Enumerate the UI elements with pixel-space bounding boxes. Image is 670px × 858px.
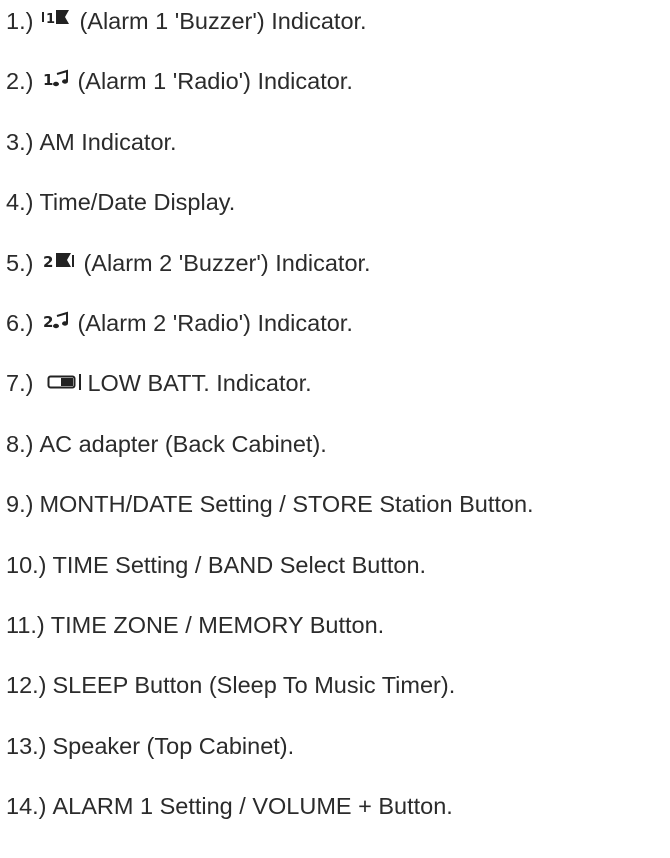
item-text: Speaker (Top Cabinet).: [52, 732, 295, 759]
item-text: ALARM 1 Setting / VOLUME + Button.: [52, 793, 453, 820]
item-text: TIME ZONE / MEMORY Button.: [50, 611, 385, 638]
item-number: 6.): [6, 309, 34, 336]
list-item: 3.) AM Indicator.: [6, 127, 666, 187]
list-item: 11.) TIME ZONE / MEMORY Button.: [6, 610, 666, 670]
list-item: 14.) ALARM 1 Setting / VOLUME + Button.: [6, 791, 666, 851]
item-number: 7.): [6, 370, 34, 397]
alarm-1-radio-icon: 1: [41, 66, 71, 94]
item-text: (Alarm 1 'Buzzer') Indicator.: [79, 8, 367, 34]
list-item: 13.) Speaker (Top Cabinet).: [6, 731, 666, 791]
item-number: 10.): [6, 551, 47, 578]
item-number: 1.): [6, 8, 34, 34]
item-text: AC adapter (Back Cabinet).: [39, 430, 327, 457]
item-text: Time/Date Display.: [39, 189, 236, 216]
item-text: (Alarm 2 'Radio') Indicator.: [77, 309, 353, 336]
svg-text:2: 2: [43, 313, 53, 331]
item-text: SLEEP Button (Sleep To Music Timer).: [52, 672, 456, 699]
item-text: LOW BATT. Indicator.: [87, 370, 312, 397]
item-text: TIME Setting / BAND Select Button.: [52, 551, 427, 578]
svg-text:1: 1: [43, 71, 53, 89]
item-text: (Alarm 2 'Buzzer') Indicator.: [83, 249, 371, 276]
list-item: 8.) AC adapter (Back Cabinet).: [6, 429, 666, 489]
indicator-list: 1.) 1 (Alarm 1 'Buzzer') Indicator. 2.) …: [6, 6, 666, 851]
list-item: 2.) 1 (Alarm 1 'Radio') Indicator.: [6, 66, 666, 126]
list-item: 7.) LOW BATT. Indicator.: [6, 368, 666, 428]
list-item: 6.) 2 (Alarm 2 'Radio') Indicator.: [6, 308, 666, 368]
alarm-2-buzzer-icon: 2: [41, 248, 77, 276]
list-item: 9.) MONTH/DATE Setting / STORE Station B…: [6, 489, 666, 549]
battery-icon: [47, 368, 85, 396]
list-item: 5.) 2 (Alarm 2 'Buzzer') Indicator.: [6, 248, 666, 308]
item-number: 5.): [6, 249, 34, 276]
item-number: 8.): [6, 430, 34, 457]
item-number: 3.): [6, 128, 34, 155]
item-text: AM Indicator.: [39, 128, 177, 155]
item-number: 13.): [6, 732, 47, 759]
item-text: (Alarm 1 'Radio') Indicator.: [77, 68, 353, 95]
list-item: 4.) Time/Date Display.: [6, 187, 666, 247]
list-item: 12.) SLEEP Button (Sleep To Music Timer)…: [6, 670, 666, 730]
item-number: 11.): [6, 611, 45, 638]
item-number: 2.): [6, 68, 34, 95]
item-number: 9.): [6, 491, 34, 518]
list-item: 10.) TIME Setting / BAND Select Button.: [6, 550, 666, 610]
alarm-1-buzzer-icon: 1: [41, 6, 73, 34]
item-number: 12.): [6, 672, 47, 699]
list-item: 1.) 1 (Alarm 1 'Buzzer') Indicator.: [6, 6, 666, 66]
item-text: MONTH/DATE Setting / STORE Station Butto…: [39, 491, 534, 518]
svg-text:2: 2: [43, 253, 53, 271]
alarm-2-radio-icon: 2: [41, 308, 71, 336]
svg-text:1: 1: [46, 12, 55, 27]
item-number: 14.): [6, 793, 47, 820]
item-number: 4.): [6, 189, 34, 216]
